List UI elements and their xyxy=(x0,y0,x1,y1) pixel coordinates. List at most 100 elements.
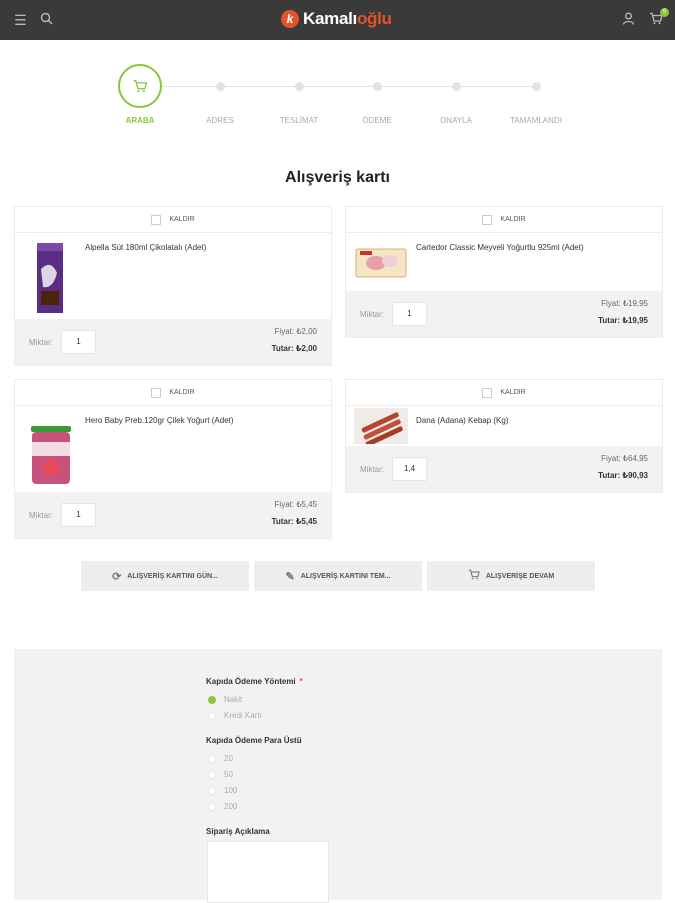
product-image[interactable] xyxy=(23,412,77,488)
product-name[interactable]: Cartedor Classic Meyveli Yoğurtlu 925ml … xyxy=(416,243,584,252)
order-note-label: Sipariş Açıklama xyxy=(206,827,270,836)
item-body: Cartedor Classic Meyveli Yoğurtlu 925ml … xyxy=(346,233,662,291)
remove-checkbox[interactable] xyxy=(482,214,493,225)
update-cart-label: ALIŞVERİŞ KARTINI GÜN... xyxy=(127,572,218,580)
quantity-input[interactable]: 1 xyxy=(61,330,96,354)
radio-button[interactable] xyxy=(208,770,216,779)
top-bar: ☰ k Kamalıoğlu 0 xyxy=(0,0,675,40)
logo[interactable]: k Kamalıoğlu xyxy=(281,9,392,29)
remove-label: KALDIR xyxy=(500,389,526,396)
quantity-label: Miktar: xyxy=(360,465,384,474)
item-footer: Miktar: 1,4 Fiyat: ₺64,95 Tutar: ₺90,93 xyxy=(346,446,662,492)
radio-label: 20 xyxy=(224,754,233,763)
logo-accent-text: oğlu xyxy=(356,9,392,28)
radio-button[interactable] xyxy=(208,711,216,720)
remove-label: KALDIR xyxy=(169,216,195,223)
step-label: ÖDEME xyxy=(362,116,392,125)
cart-item: KALDIR Alpella Süt 180ml Çikolatalı (Ade… xyxy=(14,206,332,366)
item-footer: Miktar: 1 Fiyat: ₺19,95 Tutar: ₺19,95 xyxy=(346,291,662,337)
required-mark: * xyxy=(299,677,303,686)
change-amount-label: Kapıda Ödeme Para Üstü xyxy=(206,736,302,745)
unit-price: Fiyat: ₺5,45 xyxy=(274,500,317,509)
cart-item: KALDIR Cartedor Classic Meyveli Yoğurtlu… xyxy=(345,206,663,338)
remove-checkbox[interactable] xyxy=(482,387,493,398)
radio-button[interactable] xyxy=(208,754,216,763)
line-total: Tutar: ₺5,45 xyxy=(271,517,317,526)
step-dot xyxy=(531,82,541,91)
change-option-100[interactable]: 100 xyxy=(208,786,237,795)
clear-cart-button[interactable]: ✎ ALIŞVERİŞ KARTINI TEM... xyxy=(254,561,422,591)
quantity-label: Miktar: xyxy=(360,310,384,319)
cart-step-icon xyxy=(118,64,162,108)
unit-price: Fiyat: ₺19,95 xyxy=(601,299,648,308)
continue-shopping-label: ALIŞVERİŞE DEVAM xyxy=(485,572,555,580)
remove-label: KALDIR xyxy=(500,216,526,223)
payment-option-cash[interactable]: Nakit xyxy=(208,695,242,704)
line-total: Tutar: ₺2,00 xyxy=(271,344,317,353)
menu-icon[interactable]: ☰ xyxy=(14,12,27,28)
cart-actions: ⟳ ALIŞVERİŞ KARTINI GÜN... ✎ ALIŞVERİŞ K… xyxy=(0,561,675,591)
radio-button[interactable] xyxy=(208,786,216,795)
cart-count-badge: 0 xyxy=(660,8,669,17)
step-confirm: ONAYLA xyxy=(416,60,496,125)
step-label: TAMAMLANDI xyxy=(510,116,562,125)
logo-primary-text: Kamalı xyxy=(303,9,357,28)
quantity-input[interactable]: 1,4 xyxy=(392,457,427,481)
step-label: ADRES xyxy=(206,116,234,125)
item-footer: Miktar: 1 Fiyat: ₺2,00 Tutar: ₺2,00 xyxy=(15,319,331,365)
remove-row: KALDIR xyxy=(346,207,662,233)
page-title: Alışveriş kartı xyxy=(285,169,390,186)
quantity-input[interactable]: 1 xyxy=(61,503,96,527)
step-label: ONAYLA xyxy=(440,116,472,125)
product-name[interactable]: Dana (Adana) Kebap (Kg) xyxy=(416,416,509,425)
step-dot xyxy=(215,82,225,91)
product-image[interactable] xyxy=(23,239,77,315)
step-label: TESLİMAT xyxy=(279,116,319,125)
radio-label: 100 xyxy=(224,786,238,795)
update-cart-button[interactable]: ⟳ ALIŞVERİŞ KARTINI GÜN... xyxy=(81,561,249,591)
step-address: ADRES xyxy=(180,60,260,125)
continue-shopping-button[interactable]: ALIŞVERİŞE DEVAM xyxy=(427,561,595,591)
payment-method-label-text: Kapıda Ödeme Yöntemi xyxy=(206,677,296,686)
quantity-label: Miktar: xyxy=(29,338,53,347)
remove-label: KALDIR xyxy=(169,389,195,396)
product-image[interactable] xyxy=(354,408,408,444)
product-name[interactable]: Hero Baby Preb.120gr Çilek Yoğurt (Adet) xyxy=(85,416,234,425)
radio-label: Kredi Kartı xyxy=(224,711,262,720)
user-icon[interactable] xyxy=(622,12,635,28)
quantity-input[interactable]: 1 xyxy=(392,302,427,326)
checkout-form: Kapıda Ödeme Yöntemi * Nakit Kredi Kartı … xyxy=(14,649,662,903)
change-option-200[interactable]: 200 xyxy=(208,802,237,811)
product-image[interactable] xyxy=(354,237,408,287)
change-option-50[interactable]: 50 xyxy=(208,770,233,779)
unit-price: Fiyat: ₺2,00 xyxy=(274,327,317,336)
radio-label: 200 xyxy=(224,802,238,811)
search-icon[interactable] xyxy=(40,12,53,28)
order-note-textarea[interactable] xyxy=(207,841,329,903)
item-body: Hero Baby Preb.120gr Çilek Yoğurt (Adet) xyxy=(15,406,331,492)
cart-icon xyxy=(468,569,480,583)
line-total: Tutar: ₺90,93 xyxy=(598,471,648,480)
unit-price: Fiyat: ₺64,95 xyxy=(601,454,648,463)
step-dot xyxy=(372,82,382,91)
product-name[interactable]: Alpella Süt 180ml Çikolatalı (Adet) xyxy=(85,243,206,252)
quantity-label: Miktar: xyxy=(29,511,53,520)
refresh-icon: ⟳ xyxy=(112,570,122,583)
step-cart[interactable]: ARABA xyxy=(100,60,180,125)
step-dot xyxy=(294,82,304,91)
radio-button[interactable] xyxy=(208,802,216,811)
payment-method-label: Kapıda Ödeme Yöntemi * xyxy=(206,677,303,686)
payment-option-card[interactable]: Kredi Kartı xyxy=(208,711,262,720)
change-option-20[interactable]: 20 xyxy=(208,754,233,763)
cart-item: KALDIR Hero Baby Preb.120gr Çilek Yoğurt… xyxy=(14,379,332,539)
logo-mark: k xyxy=(281,10,299,28)
broom-icon: ✎ xyxy=(285,570,295,583)
remove-checkbox[interactable] xyxy=(151,387,162,398)
item-body: Dana (Adana) Kebap (Kg) xyxy=(346,406,662,446)
remove-row: KALDIR xyxy=(15,207,331,233)
item-footer: Miktar: 1 Fiyat: ₺5,45 Tutar: ₺5,45 xyxy=(15,492,331,538)
radio-label: 50 xyxy=(224,770,233,779)
remove-checkbox[interactable] xyxy=(151,214,162,225)
radio-label: Nakit xyxy=(224,695,243,704)
radio-button[interactable] xyxy=(208,695,216,704)
